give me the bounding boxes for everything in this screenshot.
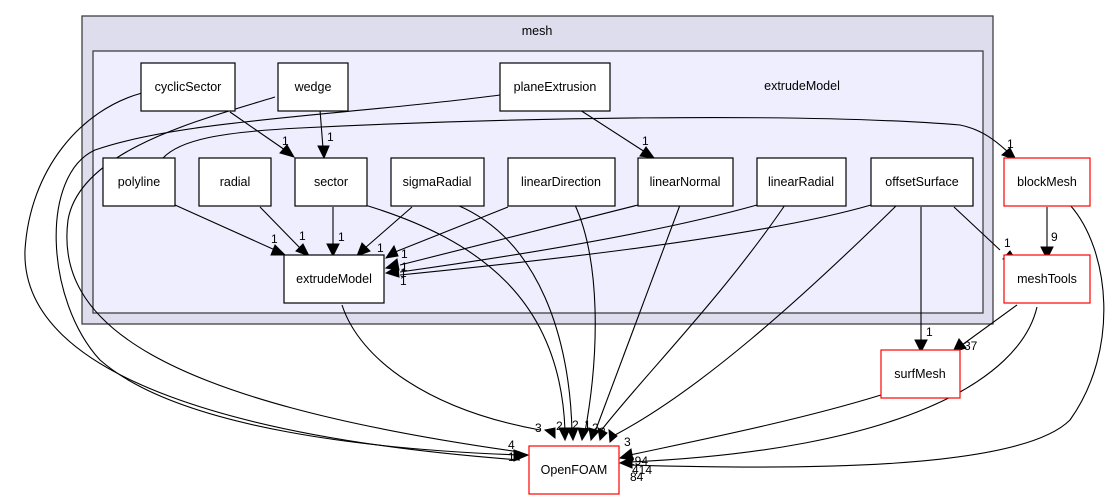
node-blockMesh[interactable]: blockMesh xyxy=(1003,157,1091,207)
node-label: cyclicSector xyxy=(155,80,222,94)
node-sigmaRadial[interactable]: sigmaRadial xyxy=(390,157,485,207)
edge-label: 1 xyxy=(282,134,289,148)
node-offsetSurface[interactable]: offsetSurface xyxy=(870,157,974,207)
arrowhead xyxy=(577,427,590,442)
edge-label: 3 xyxy=(624,435,631,449)
node-label: linearNormal xyxy=(650,175,721,189)
edge-label: 1 xyxy=(642,134,649,148)
node-label: surfMesh xyxy=(894,367,945,381)
node-sector[interactable]: sector xyxy=(294,157,368,207)
node-linearNormal[interactable]: linearNormal xyxy=(637,157,734,207)
node-label: meshTools xyxy=(1017,272,1077,286)
edge-label: 1 xyxy=(401,247,408,261)
edge-surfMesh-OpenFOAM xyxy=(629,394,882,456)
node-label: radial xyxy=(220,175,251,189)
dependency-graph: mesh extrudeModel 1 1 1 1 4 1 1 1 1 1 1 … xyxy=(24,15,1105,495)
node-label: sector xyxy=(314,175,348,189)
node-label: blockMesh xyxy=(1017,175,1077,189)
node-label: wedge xyxy=(294,80,332,94)
edge-label: 1 xyxy=(926,325,933,339)
node-linearRadial[interactable]: linearRadial xyxy=(756,157,847,207)
node-OpenFOAM[interactable]: OpenFOAM xyxy=(528,445,620,495)
node-label: linearRadial xyxy=(768,175,834,189)
edge-label: 3 xyxy=(535,421,542,435)
node-extrudeModel[interactable]: extrudeModel xyxy=(283,254,385,304)
cluster-mesh-label: mesh xyxy=(522,24,553,38)
edge-label: 1 xyxy=(508,450,515,464)
node-surfMesh[interactable]: surfMesh xyxy=(880,349,961,399)
node-meshTools[interactable]: meshTools xyxy=(1003,254,1091,304)
edge-meshTools-OpenFOAM xyxy=(629,306,1038,463)
arrowhead xyxy=(608,428,618,444)
node-label: extrudeModel xyxy=(296,272,372,286)
node-label: sigmaRadial xyxy=(403,175,472,189)
edge-label: 1 xyxy=(271,232,278,246)
node-polyline[interactable]: polyline xyxy=(102,157,176,207)
edge-label: 1 xyxy=(1004,236,1011,250)
node-planeExtrusion[interactable]: planeExtrusion xyxy=(499,62,611,112)
arrowhead xyxy=(566,427,579,442)
node-radial[interactable]: radial xyxy=(198,157,272,207)
node-wedge[interactable]: wedge xyxy=(277,62,349,112)
edge-label: 1 xyxy=(327,130,334,144)
node-label: offsetSurface xyxy=(885,175,958,189)
edge-label: 1 xyxy=(338,230,345,244)
edge-label: 9 xyxy=(1051,230,1058,244)
edge-label: 37 xyxy=(964,339,978,353)
node-cyclicSector[interactable]: cyclicSector xyxy=(140,62,236,112)
node-label: linearDirection xyxy=(521,175,601,189)
arrowhead xyxy=(543,427,556,440)
arrowhead xyxy=(513,449,530,462)
node-label: OpenFOAM xyxy=(541,463,608,477)
edge-label: 1 xyxy=(1007,137,1014,151)
cluster-extrudeModel-label: extrudeModel xyxy=(764,79,840,93)
node-linearDirection[interactable]: linearDirection xyxy=(507,157,616,207)
edge-label: 1 xyxy=(299,229,306,243)
edge-label: 1 xyxy=(377,241,384,255)
node-label: polyline xyxy=(118,175,160,189)
edge-label: 84 xyxy=(630,470,644,484)
edge-label: 1 xyxy=(400,274,407,288)
node-label: planeExtrusion xyxy=(514,80,597,94)
